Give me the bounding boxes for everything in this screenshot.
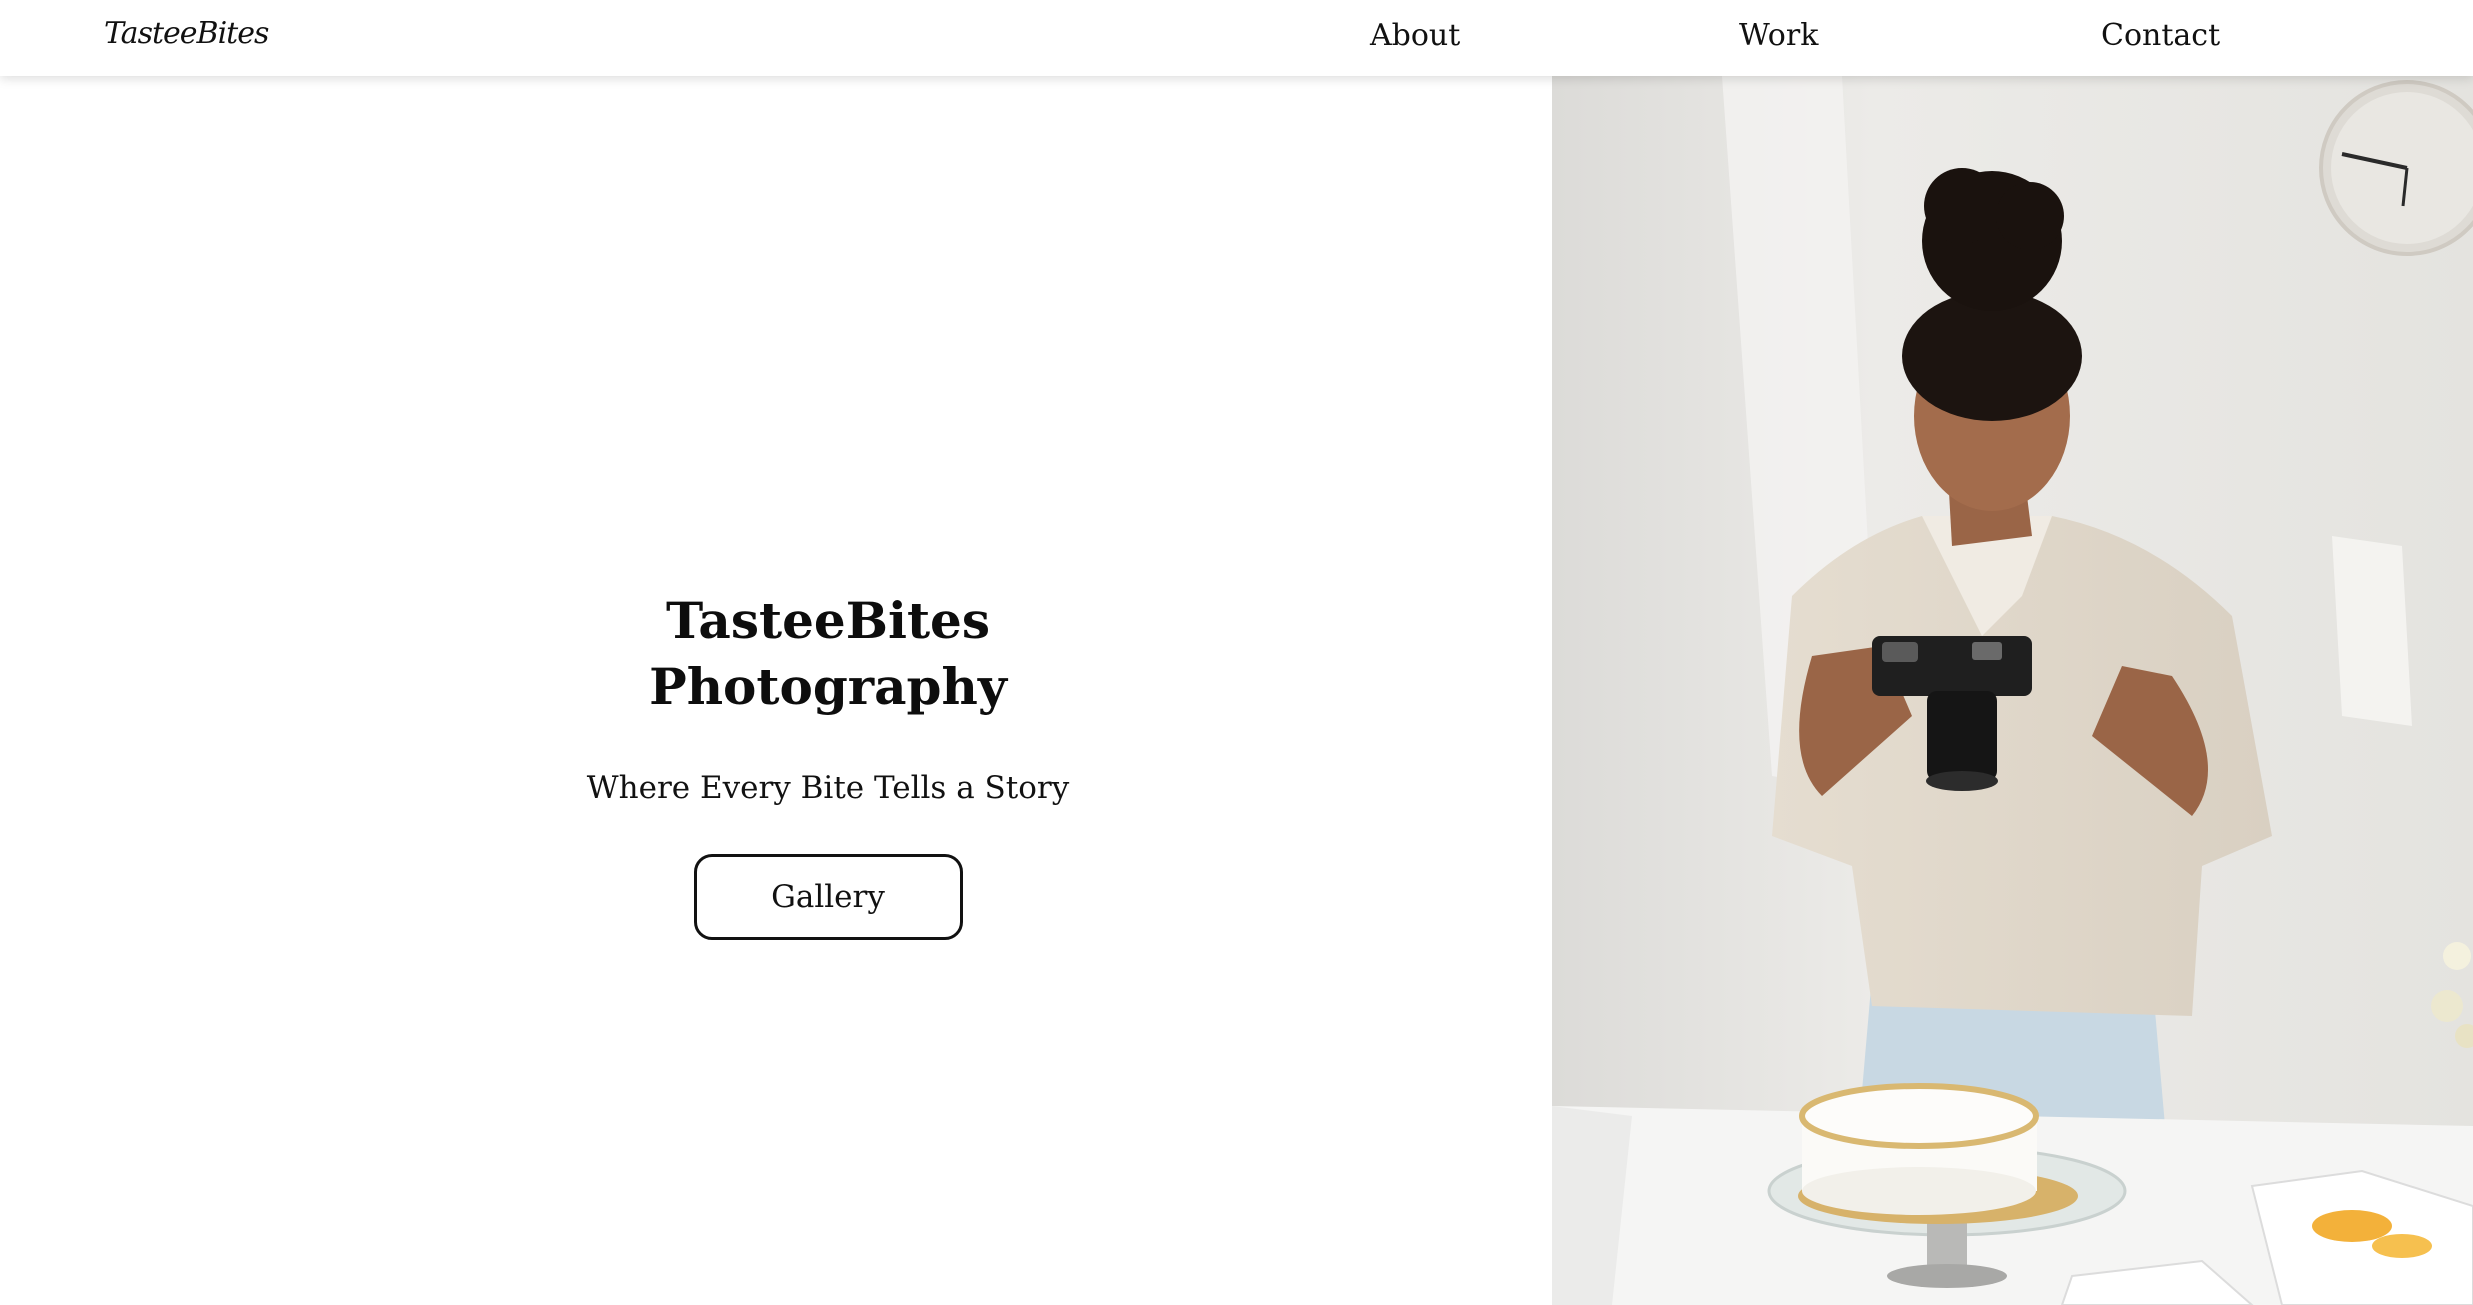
gallery-button[interactable]: Gallery <box>693 854 963 940</box>
nav-link-about[interactable]: About <box>1370 18 1460 53</box>
hero-title-line-2: Photography <box>649 657 1007 716</box>
clock-icon <box>2319 80 2473 256</box>
hero-subtitle: Where Every Bite Tells a Story <box>586 770 1070 806</box>
hero-title-line-1: TasteeBites <box>666 591 990 650</box>
photographer-image <box>1552 76 2473 1305</box>
top-navbar: TasteeBites About Work Contact <box>0 0 2473 76</box>
logo[interactable]: TasteeBites <box>104 16 269 51</box>
nav-link-work[interactable]: Work <box>1739 18 1818 53</box>
nav-link-contact[interactable]: Contact <box>2101 18 2220 53</box>
hero-photo <box>1552 76 2473 1305</box>
hero-title: TasteeBites Photography <box>528 588 1128 720</box>
sunlight-patch <box>2332 536 2412 726</box>
hero-content: TasteeBites Photography Where Every Bite… <box>0 588 1656 940</box>
